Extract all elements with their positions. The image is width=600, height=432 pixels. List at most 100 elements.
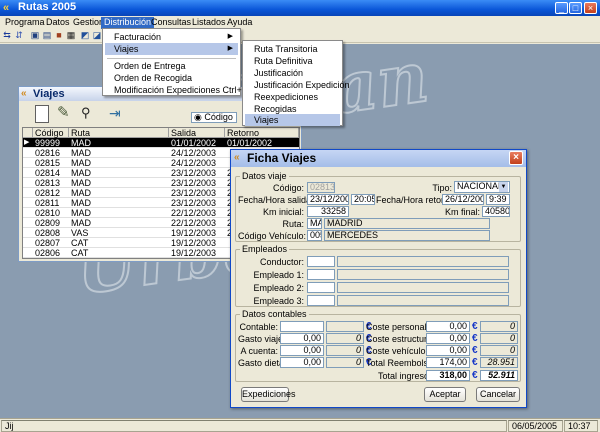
cancelar-button[interactable]: Cancelar xyxy=(476,387,520,402)
vehiculo-code-field[interactable]: 005 xyxy=(307,230,322,241)
toolbar-icon-4[interactable]: ▤ xyxy=(42,30,52,41)
empleado-code-field[interactable] xyxy=(307,269,335,280)
binoculars-icon[interactable]: ⚲ xyxy=(81,104,99,122)
submenu-item-justificacion[interactable]: Justificación xyxy=(245,67,340,79)
contable-value-field-2: 28.951 xyxy=(480,357,518,368)
ruta-name-field: MADRID xyxy=(324,218,490,229)
table-cell: MAD xyxy=(71,178,91,188)
table-cell: MAD xyxy=(71,198,91,208)
contable-value-field[interactable]: 174,00 xyxy=(426,357,470,368)
contable-value-field-2: 0 xyxy=(326,333,364,344)
status-bar: Jij 06/05/2005 10:37 xyxy=(0,418,600,432)
toolbar-icon-6[interactable]: ▦ xyxy=(66,30,76,41)
col-header-salida[interactable]: Salida xyxy=(169,128,225,138)
toolbar-icon-7[interactable]: ◩ xyxy=(80,30,90,41)
table-row[interactable]: ▶ 99999 MAD 01/01/2002 01/01/2002 xyxy=(23,138,299,148)
salida-fecha-field[interactable]: 23/12/2003 xyxy=(307,194,349,205)
codigo-field[interactable]: 02813 xyxy=(307,182,335,193)
empleado-code-field[interactable] xyxy=(307,295,335,306)
contable-label: Coste vehículo: xyxy=(366,346,429,356)
euro-icon: € xyxy=(472,321,478,332)
ruta-code-field[interactable]: MA xyxy=(307,218,322,229)
menu-item-modificacion-expediciones[interactable]: Modificación Expediciones Ctrl+M xyxy=(105,84,249,96)
minimize-button[interactable]: _ xyxy=(555,2,568,14)
app-logo-icon: « xyxy=(234,152,240,163)
contable-value-field-2: 0 xyxy=(480,345,518,356)
retorno-hora-field[interactable]: 9:39 xyxy=(486,194,510,205)
table-cell: 24/12/2003 xyxy=(171,158,217,168)
empleado-name-field xyxy=(337,282,509,293)
contable-value-field[interactable]: 0,00 xyxy=(280,345,324,356)
status-time: 10:37 xyxy=(564,420,598,432)
table-cell: MAD xyxy=(71,168,91,178)
table-cell: MAD xyxy=(71,138,91,148)
submenu-arrow-icon: ▶ xyxy=(227,45,233,52)
submenu-item-ruta-transitoria[interactable]: Ruta Transitoria xyxy=(245,43,340,55)
contable-value-field-2: 0 xyxy=(326,357,364,368)
sort-radio-codigo[interactable]: ◉ Código xyxy=(191,112,237,123)
toolbar-icon-2[interactable]: ⇵ xyxy=(14,30,24,41)
aceptar-button[interactable]: Aceptar xyxy=(424,387,466,402)
row-pointer-icon: ▶ xyxy=(24,139,30,146)
toolbar-icon-5[interactable]: ■ xyxy=(54,30,64,41)
exit-door-icon[interactable]: ⇥ xyxy=(109,104,127,122)
km-final-field[interactable]: 40580 xyxy=(482,206,510,217)
toolbar-icon-8[interactable]: ◪ xyxy=(92,30,102,41)
toolbar-icon-3[interactable]: ▣ xyxy=(30,30,40,41)
submenu-arrow-icon: ▶ xyxy=(227,33,233,40)
tipo-select[interactable]: NACIONAL ▼ xyxy=(454,181,510,193)
table-cell: MAD xyxy=(71,158,91,168)
maximize-button[interactable]: □ xyxy=(569,2,582,14)
retorno-fecha-field[interactable]: 26/12/2003 xyxy=(442,194,484,205)
table-cell: 22/12/2003 xyxy=(171,218,217,228)
table-cell: 02815 xyxy=(35,158,61,168)
table-cell: 23/12/2003 xyxy=(171,188,217,198)
submenu-item-reexpediciones[interactable]: Reexpediciones xyxy=(245,91,340,103)
col-header-ruta[interactable]: Ruta xyxy=(69,128,169,138)
table-cell: 01/01/2002 xyxy=(227,138,273,148)
menu-item-orden-entrega[interactable]: Orden de Entrega xyxy=(105,60,238,72)
table-cell: MAD xyxy=(71,208,91,218)
contable-value-field[interactable]: 0,00 xyxy=(280,357,324,368)
table-cell: 19/12/2003 xyxy=(171,238,217,248)
contable-value-field[interactable]: 0,00 xyxy=(280,333,324,344)
submenu-item-justificacion-expedicion[interactable]: Justificación Expedición xyxy=(245,79,350,91)
submenu-item-ruta-definitiva[interactable]: Ruta Definitiva xyxy=(245,55,340,67)
table-cell: 23/12/2003 xyxy=(171,198,217,208)
contable-value-field[interactable]: 0,00 xyxy=(426,345,470,356)
total-ingresos-field: 318,00 xyxy=(426,370,470,381)
contable-value-field[interactable]: 0,00 xyxy=(426,321,470,332)
empleado-code-field[interactable] xyxy=(307,256,335,267)
km-inicial-field[interactable]: 33258 xyxy=(307,206,349,217)
new-document-icon[interactable] xyxy=(35,105,49,123)
ficha-close-button[interactable]: × xyxy=(509,151,523,165)
submenu-item-viajes[interactable]: Viajes xyxy=(245,114,340,126)
table-cell: 19/12/2003 xyxy=(171,228,217,238)
group-datos-viaje-label: Datos viaje xyxy=(240,171,289,181)
empleado-code-field[interactable] xyxy=(307,282,335,293)
menu-item-facturacion[interactable]: Facturación ▶ xyxy=(105,31,238,43)
expediciones-button[interactable]: Expediciones xyxy=(241,387,296,402)
edit-document-icon[interactable]: ✎ xyxy=(57,104,73,122)
toolbar-icon-1[interactable]: ⇆ xyxy=(2,30,12,41)
ficha-title-bar: « Ficha Viajes × xyxy=(231,150,526,167)
euro-icon: € xyxy=(472,370,478,381)
contable-value-field[interactable]: 0,00 xyxy=(426,333,470,344)
col-header-codigo[interactable]: Código xyxy=(33,128,69,138)
contable-value-field[interactable] xyxy=(280,321,324,332)
menu-programa[interactable]: Programa xyxy=(2,17,48,29)
empleado-label: Empleado 3: xyxy=(253,296,304,306)
menu-datos[interactable]: Datos xyxy=(43,17,73,29)
menu-item-viajes[interactable]: Viajes ▶ xyxy=(105,43,238,55)
close-button[interactable]: × xyxy=(584,2,597,14)
group-datos-contables: Datos contables Contable: € Gasto viaje: 0,… xyxy=(235,309,521,382)
table-cell: VAS xyxy=(71,228,89,238)
contable-value-field-2: 0 xyxy=(326,345,364,356)
menu-item-orden-recogida[interactable]: Orden de Recogida xyxy=(105,72,238,84)
dropdown-arrow-icon[interactable]: ▼ xyxy=(499,182,508,192)
codigo-label: Código: xyxy=(272,183,304,193)
table-cell: 02813 xyxy=(35,178,61,188)
salida-hora-field[interactable]: 20:05 xyxy=(351,194,375,205)
col-header-retorno[interactable]: Retorno xyxy=(225,128,299,138)
row-indicator-header xyxy=(23,128,33,138)
